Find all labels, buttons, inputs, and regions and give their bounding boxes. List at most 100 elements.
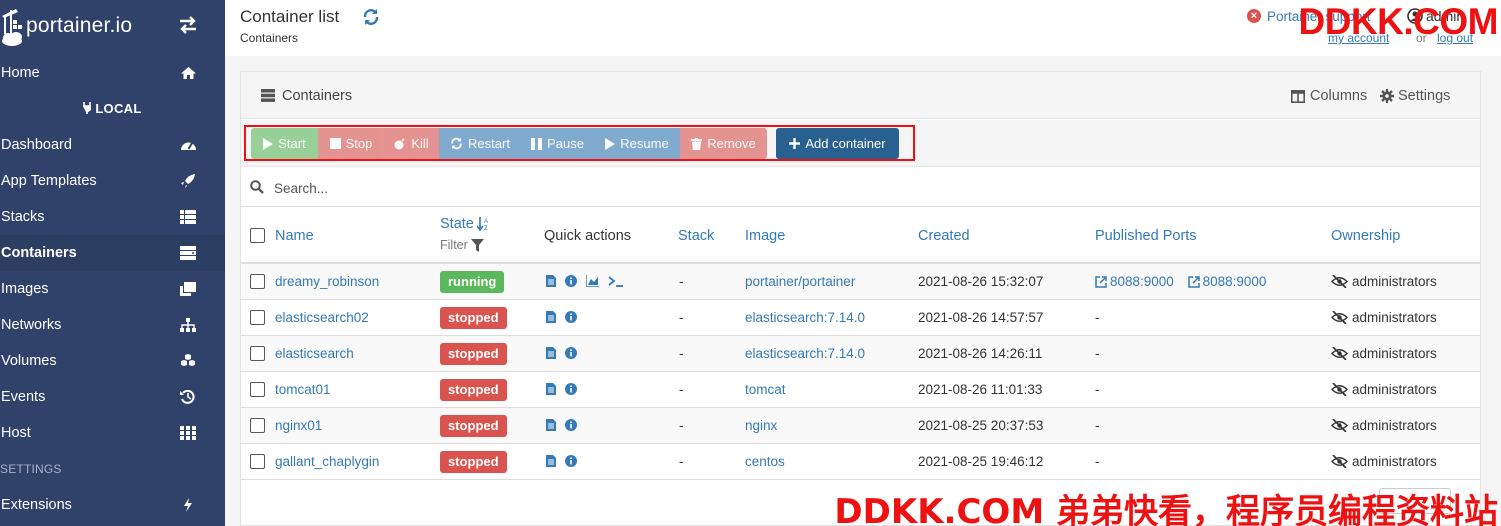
sitemap-icon (180, 318, 196, 332)
rocket-icon (180, 174, 196, 188)
info-circle-icon[interactable] (565, 275, 577, 287)
sidebar-item-home[interactable]: Home (0, 55, 225, 91)
th-icon (180, 426, 196, 440)
search-input[interactable] (274, 177, 874, 199)
ownership: administrators (1331, 346, 1437, 361)
info-circle-icon[interactable] (565, 383, 577, 395)
info-circle-icon[interactable] (565, 419, 577, 431)
eye-slash-icon (1331, 455, 1348, 468)
image-link[interactable]: elasticsearch:7.14.0 (745, 346, 865, 361)
container-name-link[interactable]: elasticsearch (275, 346, 354, 361)
sidebar-item-label: Host (1, 425, 31, 441)
environment-label: LOCAL (0, 101, 225, 116)
port-link[interactable]: 8088:9000 (1187, 274, 1266, 289)
file-text-icon[interactable] (546, 419, 556, 431)
row-checkbox[interactable] (250, 274, 265, 289)
created-value: 2021-08-25 20:37:53 (918, 418, 1044, 433)
column-header-created[interactable]: Created (918, 228, 970, 244)
file-text-icon[interactable] (546, 383, 556, 395)
sidebar-item-events[interactable]: Events (0, 379, 225, 415)
port-label: 8088:9000 (1110, 274, 1174, 289)
ownership: administrators (1331, 454, 1437, 469)
sidebar-item-label: Volumes (1, 353, 57, 369)
stack-value: - (679, 346, 684, 361)
panel-heading: Containers Columns Settings (241, 72, 1480, 119)
file-text-icon[interactable] (546, 347, 556, 359)
column-header-name[interactable]: Name (275, 228, 314, 244)
sidebar-item-volumes[interactable]: Volumes (0, 343, 225, 379)
quick-actions (546, 419, 577, 431)
file-text-icon[interactable] (546, 455, 556, 467)
column-header-published-ports[interactable]: Published Ports (1095, 228, 1197, 244)
refresh-icon[interactable] (362, 8, 380, 26)
image-link[interactable]: elasticsearch:7.14.0 (745, 310, 865, 325)
search-icon (250, 180, 264, 194)
watermark-bottom: DDKK.COM 弟弟快看，程序员编程资料站 (834, 492, 1498, 526)
area-chart-icon[interactable] (586, 275, 599, 287)
row-checkbox[interactable] (250, 454, 265, 469)
column-header-stack[interactable]: Stack (678, 228, 714, 244)
container-name-link[interactable]: dreamy_robinson (275, 274, 379, 289)
row-checkbox[interactable] (250, 418, 265, 433)
created-value: 2021-08-26 14:26:11 (918, 346, 1043, 361)
gear-icon (1380, 89, 1394, 103)
info-circle-icon[interactable] (565, 311, 577, 323)
sidebar-item-host[interactable]: Host (0, 415, 225, 451)
sidebar-item-app-templates[interactable]: App Templates (0, 163, 225, 199)
published-ports: 8088:9000 8088:9000 (1095, 274, 1276, 291)
row-checkbox[interactable] (250, 346, 265, 361)
container-name-link[interactable]: tomcat01 (275, 382, 331, 397)
file-text-icon[interactable] (546, 311, 556, 323)
container-name-link[interactable]: elasticsearch02 (275, 310, 369, 325)
page-title: Container list (240, 7, 340, 26)
sidebar-item-images[interactable]: Images (0, 271, 225, 307)
brand[interactable]: portainer.io (0, 0, 225, 52)
svg-text:A: A (484, 219, 488, 225)
stack-value: - (679, 454, 684, 469)
bolt-icon (180, 498, 196, 512)
info-circle-icon[interactable] (565, 455, 577, 467)
row-checkbox[interactable] (250, 382, 265, 397)
sidebar-item-extensions[interactable]: Extensions (0, 487, 225, 523)
image-link[interactable]: portainer/portainer (745, 274, 855, 289)
container-name-link[interactable]: nginx01 (275, 418, 322, 433)
settings-label: Settings (1398, 88, 1451, 104)
info-circle-icon[interactable] (565, 347, 577, 359)
terminal-icon[interactable] (608, 275, 624, 287)
settings-button[interactable]: Settings (1380, 88, 1450, 104)
sidebar-item-stacks[interactable]: Stacks (0, 199, 225, 235)
select-all-checkbox[interactable] (250, 228, 265, 243)
eye-slash-icon (1331, 347, 1348, 360)
column-header-state[interactable]: State AZ (440, 216, 490, 232)
sidebar-toggle-icon[interactable] (178, 16, 198, 34)
sidebar-item-networks[interactable]: Networks (0, 307, 225, 343)
image-link[interactable]: tomcat (745, 382, 786, 397)
sidebar-item-label: Home (1, 65, 40, 81)
ownership-value: administrators (1352, 382, 1437, 397)
sidebar-item-dashboard[interactable]: Dashboard (0, 127, 225, 163)
column-header-ownership[interactable]: Ownership (1331, 228, 1400, 244)
port-link[interactable]: 8088:9000 (1095, 274, 1174, 289)
portainer-logo-icon (2, 6, 24, 46)
panel-title: Containers (282, 88, 353, 104)
container-name-link[interactable]: gallant_chaplygin (275, 454, 379, 469)
table-row: elasticsearch stopped - elasticsearch:7.… (241, 336, 1480, 372)
sidebar-item-containers[interactable]: Containers (0, 235, 225, 271)
eye-slash-icon (1331, 275, 1348, 288)
plug-icon (83, 101, 92, 116)
file-text-icon[interactable] (546, 275, 556, 287)
sidebar-item-label: Networks (1, 317, 62, 333)
action-bar: Start Stop Kill Restart Pause Resume Rem… (241, 120, 1480, 167)
row-checkbox[interactable] (250, 310, 265, 325)
ownership-value: administrators (1352, 418, 1437, 433)
image-link[interactable]: nginx (745, 418, 777, 433)
ownership: administrators (1331, 382, 1437, 397)
columns-button[interactable]: Columns (1291, 88, 1367, 104)
status-badge: stopped (440, 415, 507, 437)
column-header-image[interactable]: Image (745, 228, 785, 244)
table-row: dreamy_robinson running - portainer/port… (241, 264, 1480, 300)
external-link-icon (1095, 275, 1107, 288)
image-link[interactable]: centos (745, 454, 785, 469)
state-filter-button[interactable]: Filter (440, 238, 484, 252)
ownership-value: administrators (1352, 346, 1437, 361)
